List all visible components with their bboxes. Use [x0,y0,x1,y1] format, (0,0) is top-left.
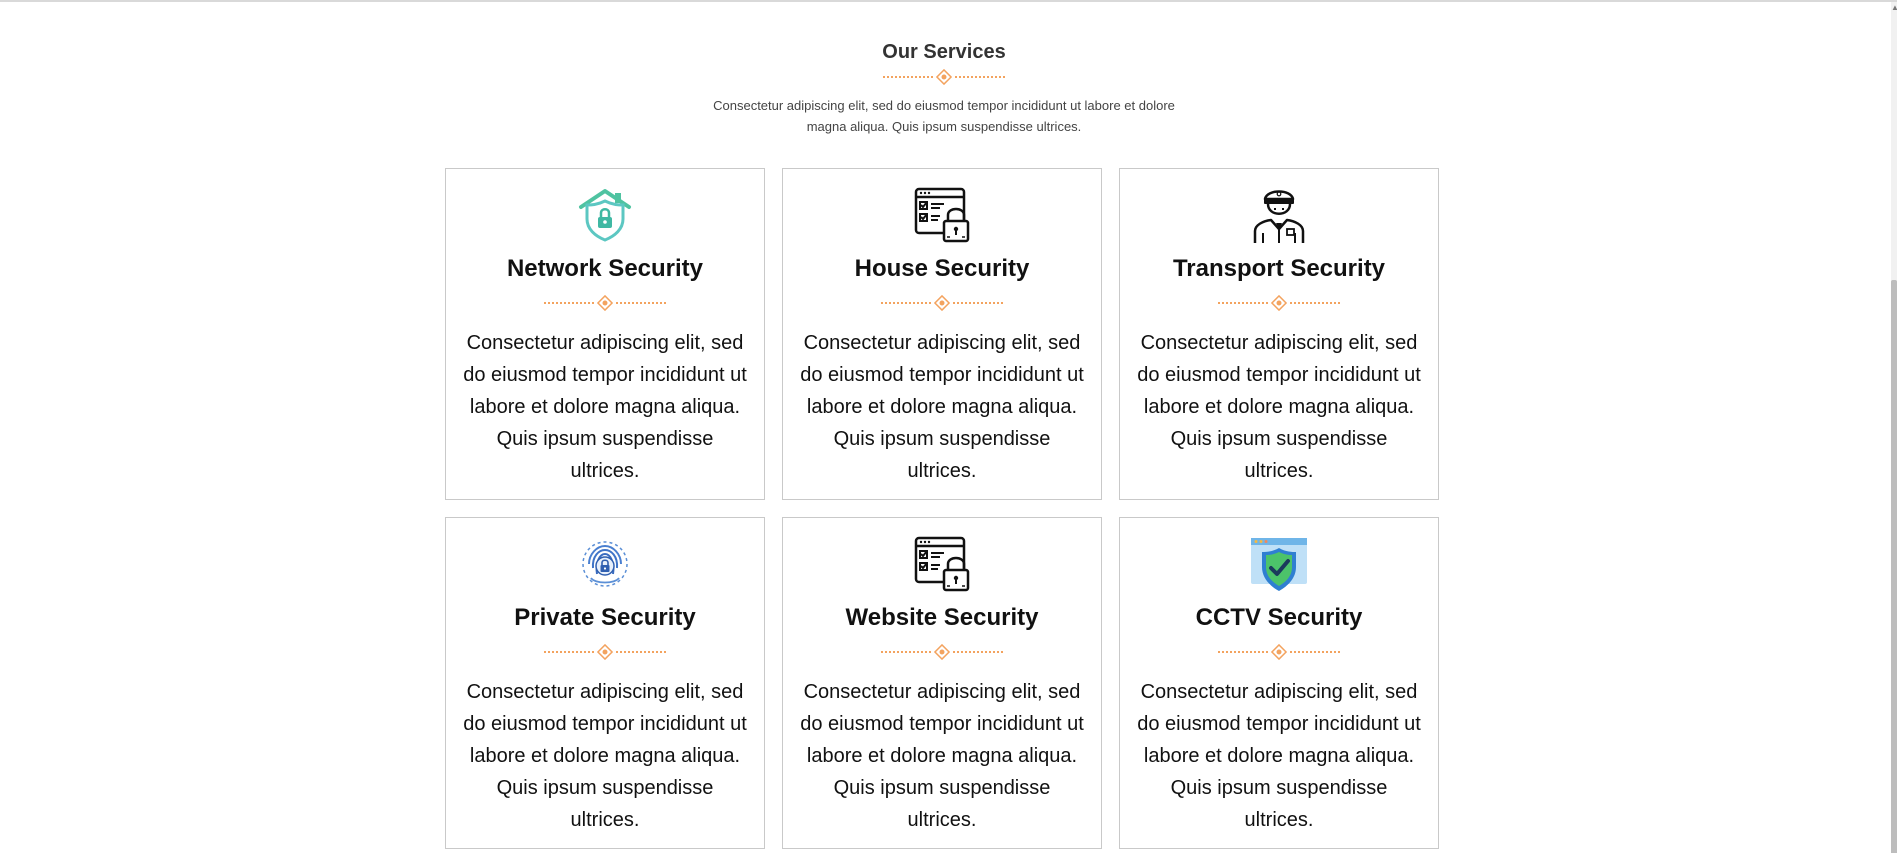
security-guard-icon [1253,190,1305,243]
service-description: Consectetur adipiscing elit, sed do eius… [800,681,1084,831]
browser-shield-check-icon [1251,538,1307,591]
service-title: CCTV Security [1195,604,1363,631]
service-title: Private Security [514,604,696,631]
page: ▲ Our Services Consectetur adipiscing el… [0,0,1897,853]
house-shield-lock-icon [579,189,631,242]
divider-diamond-icon [597,295,613,311]
divider-diamond-icon [934,644,950,660]
service-title: Transport Security [1172,255,1386,282]
service-card-private-security[interactable]: Private Security Consectetur adipiscing … [445,517,765,849]
divider-dots-right [1290,651,1340,653]
divider-dots-right [616,302,666,304]
divider-dots-left [1218,651,1268,653]
card-divider [783,295,1101,311]
divider-dots-right [953,651,1003,653]
service-description: Consectetur adipiscing elit, sed do eius… [800,332,1084,482]
divider-dots-left [544,651,594,653]
divider-dots-left [544,302,594,304]
divider-dots-right [616,651,666,653]
section-divider [0,69,1888,85]
fingerprint-lock-icon [582,541,628,587]
services-grid: Network Security Consectetur adipiscing … [445,168,1439,849]
services-header: Our Services Consectetur adipiscing elit… [0,40,1888,137]
scroll-up-arrow-icon[interactable]: ▲ [1891,4,1897,12]
vertical-scrollbar[interactable]: ▲ [1891,2,1897,853]
divider-dots-right [953,302,1003,304]
service-card-cctv-security[interactable]: CCTV Security Consectetur adipiscing eli… [1119,517,1439,849]
service-title: House Security [854,255,1030,282]
card-divider [1120,295,1438,311]
card-divider [446,295,764,311]
divider-dots-left [881,302,931,304]
service-description: Consectetur adipiscing elit, sed do eius… [463,681,747,831]
service-card-house-security[interactable]: House Security Consectetur adipiscing el… [782,168,1102,500]
divider-diamond-icon [936,69,952,85]
scrollbar-thumb[interactable] [1891,280,1897,853]
service-card-transport-security[interactable]: Transport Security Consectetur adipiscin… [1119,168,1439,500]
service-title: Website Security [845,604,1039,631]
checklist-lock-icon [914,536,970,592]
service-description: Consectetur adipiscing elit, sed do eius… [1137,681,1421,831]
divider-diamond-icon [597,644,613,660]
divider-dots-left [883,76,933,78]
divider-diamond-icon [1271,644,1287,660]
divider-dots-left [881,651,931,653]
service-card-website-security[interactable]: Website Security Consectetur adipiscing … [782,517,1102,849]
divider-dots-right [955,76,1005,78]
service-title: Network Security [506,255,704,282]
section-title: Our Services [882,41,1006,63]
divider-diamond-icon [934,295,950,311]
service-description: Consectetur adipiscing elit, sed do eius… [1137,332,1421,482]
service-description: Consectetur adipiscing elit, sed do eius… [463,332,747,482]
card-divider [783,644,1101,660]
divider-diamond-icon [1271,295,1287,311]
card-divider [446,644,764,660]
checklist-lock-icon [914,187,970,243]
divider-dots-left [1218,302,1268,304]
card-divider [1120,644,1438,660]
section-description: Consectetur adipiscing elit, sed do eius… [713,98,1175,134]
service-card-network-security[interactable]: Network Security Consectetur adipiscing … [445,168,765,500]
divider-dots-right [1290,302,1340,304]
